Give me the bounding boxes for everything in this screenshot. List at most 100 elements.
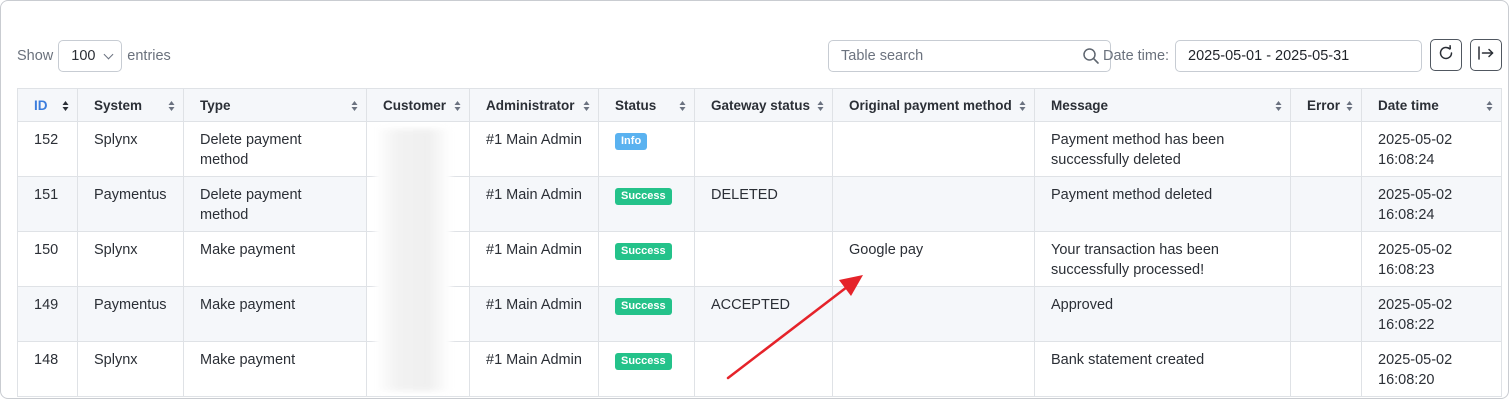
column-header-system[interactable]: System <box>77 88 184 122</box>
cell-type: Make payment <box>183 231 367 287</box>
refresh-button[interactable] <box>1430 39 1462 71</box>
cell-id: 148 <box>17 341 78 397</box>
table-row[interactable]: 152 Splynx Delete payment method #1 Main… <box>17 121 1502 177</box>
sort-icon <box>583 101 590 111</box>
cell-original-payment-method <box>832 286 1035 342</box>
column-header-status[interactable]: Status <box>598 88 695 122</box>
cell-id: 152 <box>17 121 78 177</box>
cell-message: Your transaction has been successfully p… <box>1034 231 1291 287</box>
sort-icon <box>454 101 461 111</box>
sort-icon <box>1486 101 1493 111</box>
page-length-value: 100 <box>71 48 96 64</box>
cell-system: Splynx <box>77 231 184 287</box>
cell-original-payment-method: Google pay <box>832 231 1035 287</box>
cell-date-time: 2025-05-02 16:08:23 <box>1361 231 1502 287</box>
payment-log-panel: Show 100 entries Date time: 2025-05-01 -… <box>0 0 1509 399</box>
cell-error <box>1290 231 1362 287</box>
status-badge: Info <box>615 133 648 150</box>
cell-id: 150 <box>17 231 78 287</box>
table-search <box>828 40 1111 72</box>
column-header-id[interactable]: ID <box>17 88 78 122</box>
cell-gateway-status <box>694 341 833 397</box>
status-badge: Success <box>615 298 672 315</box>
payment-log-table: ID System Type Customer Administrator St… <box>17 88 1502 397</box>
cell-administrator: #1 Main Admin <box>469 231 599 287</box>
page-length-select[interactable]: 100 <box>58 40 123 72</box>
sort-icon <box>62 101 69 111</box>
refresh-icon <box>1437 44 1455 66</box>
cell-date-time: 2025-05-02 16:08:22 <box>1361 286 1502 342</box>
column-header-gateway-status[interactable]: Gateway status <box>694 88 833 122</box>
status-badge: Success <box>615 188 672 205</box>
table-toolbar: Show 100 entries Date time: 2025-05-01 -… <box>17 39 1502 72</box>
table-row[interactable]: 150 Splynx Make payment #1 Main Admin Su… <box>17 231 1502 287</box>
table-header-row: ID System Type Customer Administrator St… <box>17 88 1502 122</box>
entries-label: entries <box>127 48 171 64</box>
cell-type: Delete payment method <box>183 121 367 177</box>
column-header-administrator[interactable]: Administrator <box>469 88 599 122</box>
table-row[interactable]: 149 Paymentus Make payment #1 Main Admin… <box>17 286 1502 342</box>
cell-status: Info <box>598 121 695 177</box>
cell-administrator: #1 Main Admin <box>469 121 599 177</box>
cell-message: Payment method deleted <box>1034 176 1291 232</box>
export-icon <box>1476 44 1496 66</box>
date-time-label: Date time: <box>1103 48 1170 64</box>
cell-message: Approved <box>1034 286 1291 342</box>
cell-gateway-status <box>694 231 833 287</box>
show-label: Show <box>17 48 54 64</box>
cell-error <box>1290 341 1362 397</box>
cell-date-time: 2025-05-02 16:08:24 <box>1361 121 1502 177</box>
cell-id: 151 <box>17 176 78 232</box>
cell-system: Paymentus <box>77 176 184 232</box>
cell-gateway-status: DELETED <box>694 176 833 232</box>
cell-type: Delete payment method <box>183 176 367 232</box>
cell-system: Paymentus <box>77 286 184 342</box>
column-header-error[interactable]: Error <box>1290 88 1362 122</box>
sort-icon <box>1275 101 1282 111</box>
cell-error <box>1290 121 1362 177</box>
cell-status: Success <box>598 231 695 287</box>
page-length-control: Show 100 entries <box>17 40 171 72</box>
column-header-customer[interactable]: Customer <box>366 88 470 122</box>
column-header-date-time[interactable]: Date time <box>1361 88 1502 122</box>
cell-status: Success <box>598 176 695 232</box>
cell-status: Success <box>598 341 695 397</box>
sort-icon <box>351 101 358 111</box>
cell-system: Splynx <box>77 121 184 177</box>
cell-system: Splynx <box>77 341 184 397</box>
status-badge: Success <box>615 243 672 260</box>
cell-administrator: #1 Main Admin <box>469 341 599 397</box>
search-icon[interactable] <box>1082 47 1100 69</box>
cell-status: Success <box>598 286 695 342</box>
column-header-original-payment-method[interactable]: Original payment method <box>832 88 1035 122</box>
cell-gateway-status: ACCEPTED <box>694 286 833 342</box>
column-header-type[interactable]: Type <box>183 88 367 122</box>
chevron-down-icon <box>103 49 114 60</box>
cell-original-payment-method <box>832 176 1035 232</box>
search-input[interactable] <box>829 41 1069 71</box>
export-button[interactable] <box>1470 39 1502 71</box>
sort-icon <box>679 101 686 111</box>
column-header-message[interactable]: Message <box>1034 88 1291 122</box>
cell-original-payment-method <box>832 341 1035 397</box>
cell-date-time: 2025-05-02 16:08:24 <box>1361 176 1502 232</box>
customer-redaction-blur <box>375 129 451 391</box>
cell-error <box>1290 286 1362 342</box>
cell-id: 149 <box>17 286 78 342</box>
date-range-input[interactable]: 2025-05-01 - 2025-05-31 <box>1175 40 1422 72</box>
cell-gateway-status <box>694 121 833 177</box>
status-badge: Success <box>615 353 672 370</box>
cell-error <box>1290 176 1362 232</box>
sort-icon <box>168 101 175 111</box>
cell-message: Payment method has been successfully del… <box>1034 121 1291 177</box>
table-row[interactable]: 151 Paymentus Delete payment method #1 M… <box>17 176 1502 232</box>
sort-icon <box>1019 101 1026 111</box>
cell-type: Make payment <box>183 286 367 342</box>
sort-icon <box>1346 101 1353 111</box>
cell-type: Make payment <box>183 341 367 397</box>
cell-administrator: #1 Main Admin <box>469 176 599 232</box>
cell-original-payment-method <box>832 121 1035 177</box>
cell-administrator: #1 Main Admin <box>469 286 599 342</box>
cell-message: Bank statement created <box>1034 341 1291 397</box>
table-row[interactable]: 148 Splynx Make payment #1 Main Admin Su… <box>17 341 1502 397</box>
